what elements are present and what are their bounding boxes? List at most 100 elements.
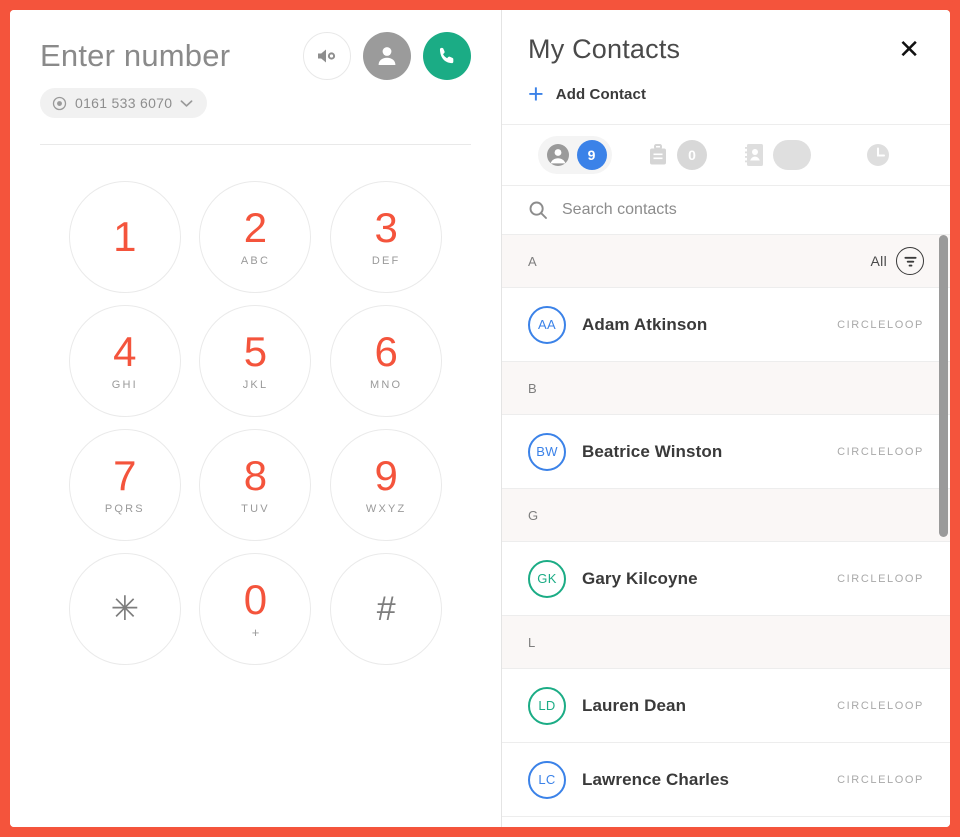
table-row[interactable]: GK Gary Kilcoyne CIRCLELOOP <box>502 542 950 616</box>
phone-icon <box>439 47 454 64</box>
key-5-letters: JKL <box>242 379 269 391</box>
dialer-divider <box>40 144 471 145</box>
key-star-digit: ✳ <box>110 590 140 628</box>
search-input[interactable] <box>562 201 924 219</box>
avatar: LC <box>528 760 566 799</box>
section-letter: L <box>528 634 536 650</box>
key-8[interactable]: 8 TUV <box>199 429 312 541</box>
contacts-tabs: 9 0 <box>502 124 950 186</box>
tab-recent[interactable] <box>827 137 928 173</box>
contact-source: CIRCLELOOP <box>837 445 924 458</box>
speaker-button[interactable] <box>303 32 351 80</box>
key-0[interactable]: 0 + <box>199 553 312 665</box>
dialer-app-window: Enter number 0161 533 6070 1 2 ABC 3 DEF… <box>0 0 960 837</box>
table-row[interactable]: LC Lawrence Charles CIRCLELOOP <box>502 743 950 817</box>
key-3-digit: 3 <box>374 204 398 251</box>
key-2[interactable]: 2 ABC <box>199 181 312 293</box>
section-header-g: G <box>502 489 950 542</box>
tab-my-contacts-badge: 9 <box>576 140 607 170</box>
table-row[interactable]: BW Beatrice Winston CIRCLELOOP <box>502 415 950 489</box>
filter-icon <box>896 247 924 275</box>
clock-icon <box>866 144 889 166</box>
add-contact-button[interactable]: + Add Contact <box>528 81 924 124</box>
table-row[interactable]: AA Adam Atkinson CIRCLELOOP <box>502 288 950 362</box>
key-4-digit: 4 <box>113 328 137 375</box>
key-9-digit: 9 <box>374 452 398 499</box>
add-contact-label: Add Contact <box>555 86 647 103</box>
key-4-letters: GHI <box>111 379 138 391</box>
section-letter: G <box>528 507 539 523</box>
search-bar[interactable] <box>502 186 950 235</box>
dialer-panel: Enter number 0161 533 6070 1 2 ABC 3 DEF… <box>10 10 502 827</box>
contact-source: CIRCLELOOP <box>837 572 924 585</box>
key-9-letters: WXYZ <box>365 503 407 515</box>
tab-company-badge: 0 <box>677 140 707 170</box>
contact-source: CIRCLELOOP <box>837 773 924 786</box>
keypad: 1 2 ABC 3 DEF 4 GHI 5 JKL 6 MNO 7 PQRS 8… <box>60 181 452 665</box>
filter-control[interactable]: All <box>871 247 924 275</box>
person-icon <box>378 47 396 65</box>
dialer-header: Enter number 0161 533 6070 <box>10 10 501 118</box>
key-hash-digit: # <box>376 590 396 628</box>
key-7[interactable]: 7 PQRS <box>68 429 181 541</box>
key-hash[interactable]: # <box>330 553 443 665</box>
key-7-digit: 7 <box>113 452 137 499</box>
key-6-digit: 6 <box>374 328 398 375</box>
call-button[interactable] <box>423 32 471 80</box>
key-8-letters: TUV <box>241 503 270 515</box>
contacts-list: A All AA Adam Atkinson CIRCLELOOP B BW B… <box>502 235 950 827</box>
key-star[interactable]: ✳ <box>68 553 181 665</box>
filter-label: All <box>870 253 887 269</box>
caller-id-selector[interactable]: 0161 533 6070 <box>40 88 208 118</box>
key-0-plus: + <box>251 624 260 640</box>
contact-name: Lawrence Charles <box>582 769 730 789</box>
key-0-digit: 0 <box>243 575 268 623</box>
key-3[interactable]: 3 DEF <box>330 181 443 293</box>
section-header-a: A All <box>502 235 950 288</box>
person-circle-icon <box>546 144 569 166</box>
avatar: AA <box>528 305 566 344</box>
key-1-digit: 1 <box>113 213 137 260</box>
key-6[interactable]: 6 MNO <box>330 305 443 417</box>
contact-name: Adam Atkinson <box>582 314 708 334</box>
scrollbar[interactable] <box>939 235 948 827</box>
section-letter: A <box>528 253 538 269</box>
caller-id-number: 0161 533 6070 <box>75 95 173 111</box>
scrollbar-thumb[interactable] <box>939 235 948 537</box>
avatar: LD <box>528 686 566 725</box>
tab-address-book-badge <box>773 140 811 170</box>
contact-name: Beatrice Winston <box>582 441 723 461</box>
contact-name: Gary Kilcoyne <box>582 568 698 588</box>
enter-number-input[interactable]: Enter number <box>40 38 303 74</box>
tab-my-contacts[interactable]: 9 <box>524 136 625 174</box>
tab-company[interactable]: 0 <box>625 136 726 174</box>
key-5[interactable]: 5 JKL <box>199 305 312 417</box>
section-header-l: L <box>502 616 950 669</box>
close-icon[interactable]: ✕ <box>894 34 924 64</box>
contacts-button[interactable] <box>363 32 411 80</box>
page-title: My Contacts <box>528 34 681 64</box>
avatar: BW <box>528 432 566 471</box>
key-6-letters: MNO <box>370 379 403 391</box>
avatar: GK <box>528 559 566 598</box>
chevron-down-icon <box>180 99 193 107</box>
key-4[interactable]: 4 GHI <box>68 305 181 417</box>
table-row[interactable]: LD Lauren Dean CIRCLELOOP <box>502 669 950 743</box>
tab-address-book[interactable] <box>726 136 827 174</box>
target-icon <box>52 96 67 110</box>
contacts-panel: My Contacts ✕ + Add Contact 9 0 Search c… <box>502 10 950 827</box>
dialer-action-buttons <box>303 32 471 80</box>
key-5-digit: 5 <box>243 328 268 375</box>
key-7-letters: PQRS <box>104 503 145 515</box>
section-letter: B <box>528 380 538 396</box>
plus-icon: + <box>528 79 544 109</box>
key-2-digit: 2 <box>243 204 268 251</box>
key-9[interactable]: 9 WXYZ <box>330 429 443 541</box>
contacts-header: My Contacts ✕ + Add Contact <box>502 10 950 124</box>
key-1[interactable]: 1 <box>68 181 181 293</box>
speaker-icon <box>318 49 336 63</box>
contact-name: Lauren Dean <box>582 695 687 715</box>
section-header-b: B <box>502 362 950 415</box>
key-3-letters: DEF <box>371 255 401 267</box>
key-2-letters: ABC <box>240 255 271 267</box>
